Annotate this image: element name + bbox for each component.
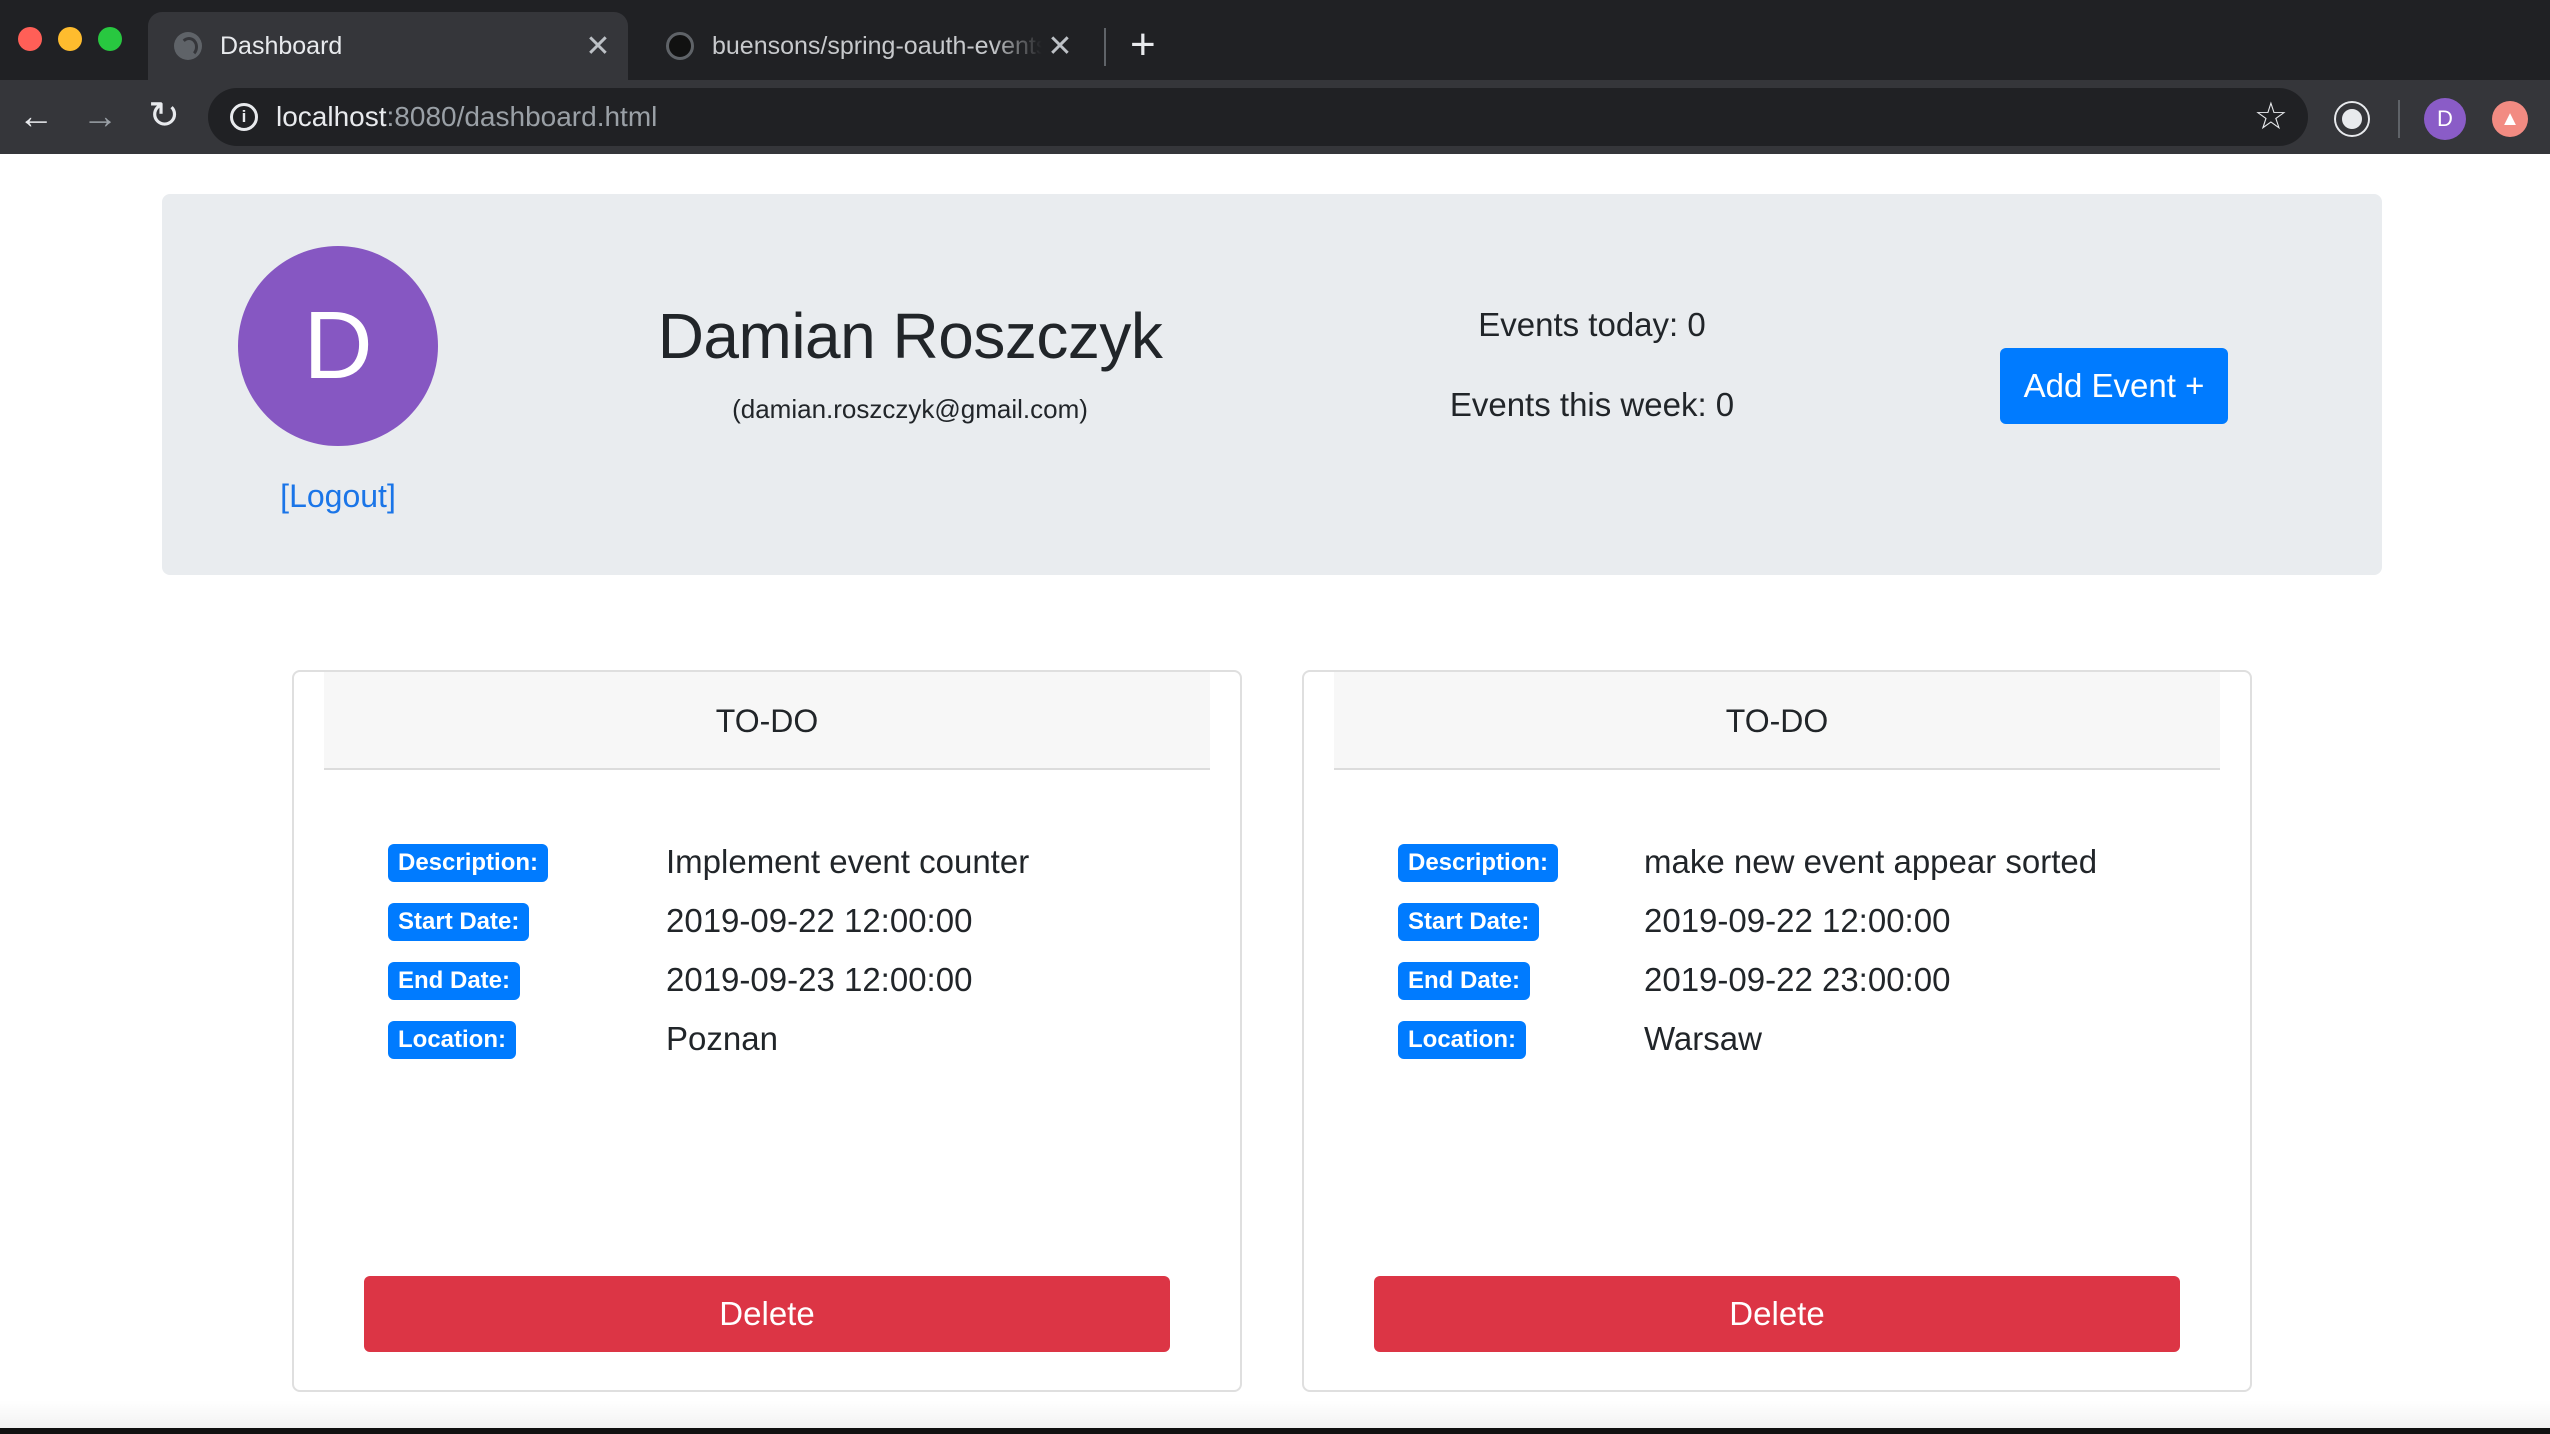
user-header: D [Logout] Damian Roszczyk (damian.roszc… (162, 194, 2382, 575)
globe-icon (174, 32, 202, 60)
add-event-button[interactable]: Add Event + (2000, 348, 2228, 424)
tab-title: Dashboard (220, 31, 343, 60)
user-name: Damian Roszczyk (657, 300, 1163, 372)
tab-dashboard[interactable]: Dashboard ✕ (148, 12, 628, 80)
location-row: Location: Poznan (294, 1009, 1240, 1069)
close-icon[interactable]: ✕ (1042, 29, 1078, 64)
start-date-value: 2019-09-22 12:00:00 (666, 902, 973, 939)
profile-avatar[interactable]: D (2424, 98, 2466, 140)
description-value: Implement event counter (666, 843, 1030, 880)
events-today-count: Events today: 0 (1478, 306, 1706, 343)
delete-event-button[interactable]: Delete (1374, 1276, 2180, 1352)
event-status-header: TO-DO (1334, 672, 2220, 770)
toolbar-divider (2398, 100, 2400, 138)
end-date-value: 2019-09-23 12:00:00 (666, 961, 973, 998)
new-tab-button[interactable]: + (1130, 20, 1156, 70)
delete-event-button[interactable]: Delete (364, 1276, 1170, 1352)
window-bottom-edge (0, 1428, 2550, 1434)
back-button[interactable]: ← (14, 94, 58, 138)
description-value: make new event appear sorted (1644, 843, 2098, 880)
description-badge: Description: (388, 844, 549, 882)
event-card: TO-DO Description: Implement event count… (292, 670, 1242, 1392)
start-date-badge: Start Date: (388, 903, 530, 941)
end-date-badge: End Date: (388, 962, 521, 1000)
events-week-count: Events this week: 0 (1449, 386, 1735, 423)
end-date-value: 2019-09-22 23:00:00 (1644, 961, 1951, 998)
tab-title: buensons/spring-oauth-events (712, 31, 1042, 60)
location-value: Poznan (666, 1020, 778, 1057)
description-badge: Description: (1398, 844, 1559, 882)
description-row: Description: Implement event counter (294, 832, 1240, 892)
location-badge: Location: (1398, 1021, 1526, 1059)
description-row: Description: make new event appear sorte… (1304, 832, 2250, 892)
close-icon[interactable]: ✕ (580, 29, 616, 64)
bookmark-star-icon[interactable]: ☆ (2254, 96, 2288, 138)
start-date-row: Start Date: 2019-09-22 12:00:00 (1304, 891, 2250, 951)
user-email: (damian.roszczyk@gmail.com) (732, 394, 1088, 424)
forward-button[interactable]: → (78, 94, 122, 138)
start-date-row: Start Date: 2019-09-22 12:00:00 (294, 891, 1240, 951)
update-icon[interactable]: ▲ (2492, 101, 2528, 137)
end-date-row: End Date: 2019-09-22 23:00:00 (1304, 950, 2250, 1010)
tab-divider (1104, 28, 1106, 66)
window-minimize-button[interactable] (58, 27, 82, 51)
location-badge: Location: (388, 1021, 516, 1059)
address-bar[interactable]: i localhost:8080/dashboard.html ☆ (208, 88, 2308, 146)
end-date-badge: End Date: (1398, 962, 1531, 1000)
location-value: Warsaw (1644, 1020, 1762, 1057)
browser-tab-bar: Dashboard ✕ buensons/spring-oauth-events… (0, 0, 2550, 80)
window-close-button[interactable] (18, 27, 42, 51)
event-status-header: TO-DO (324, 672, 1210, 770)
extension-icon[interactable] (2336, 103, 2368, 135)
url-text[interactable]: localhost:8080/dashboard.html (276, 88, 657, 146)
github-icon (666, 32, 694, 60)
browser-toolbar: ← → ↻ i localhost:8080/dashboard.html ☆ (0, 80, 2550, 154)
start-date-value: 2019-09-22 12:00:00 (1644, 902, 1951, 939)
start-date-badge: Start Date: (1398, 903, 1540, 941)
tab-github[interactable]: buensons/spring-oauth-events ✕ (640, 12, 1090, 80)
end-date-row: End Date: 2019-09-23 12:00:00 (294, 950, 1240, 1010)
logout-link[interactable]: [Logout] (238, 478, 438, 515)
avatar: D (238, 246, 438, 446)
location-row: Location: Warsaw (1304, 1009, 2250, 1069)
info-icon[interactable]: i (230, 103, 258, 131)
event-card: TO-DO Description: make new event appear… (1302, 670, 2252, 1392)
window-maximize-button[interactable] (98, 27, 122, 51)
reload-button[interactable]: ↻ (142, 94, 186, 138)
